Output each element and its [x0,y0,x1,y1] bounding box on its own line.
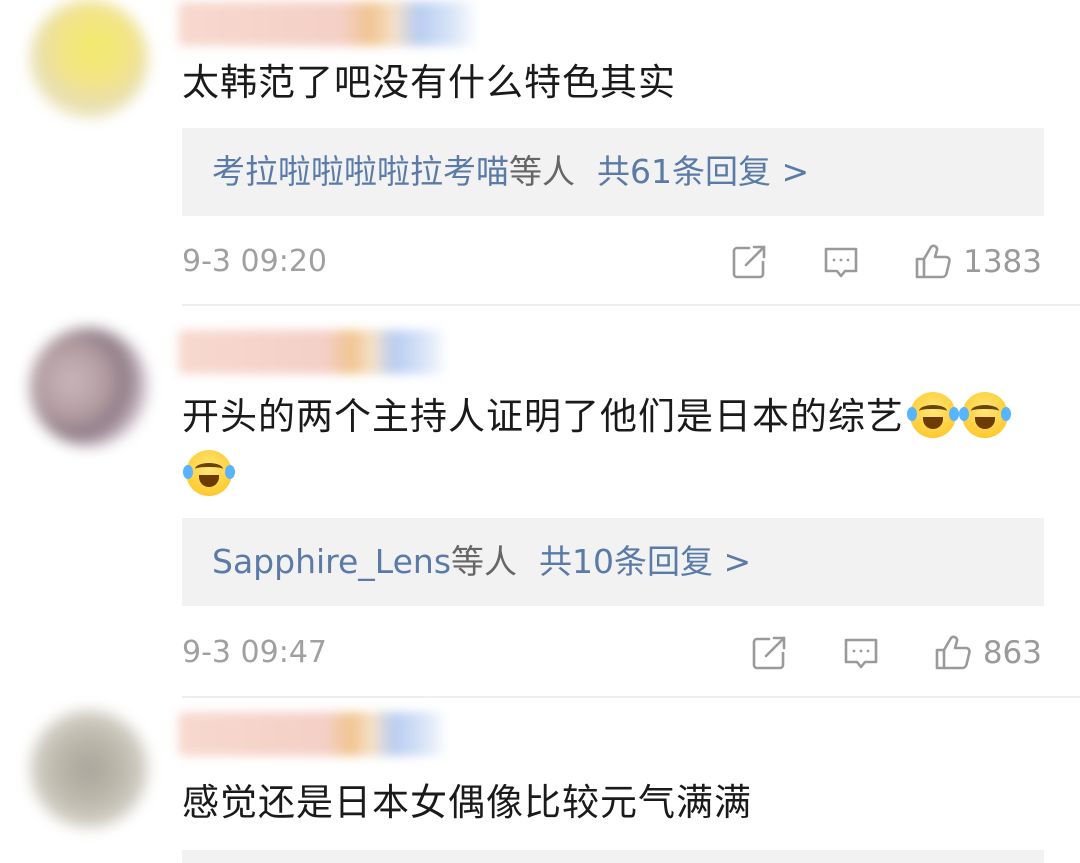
reply-user-names[interactable]: 考拉啦啦啦啦拉考喵 [212,152,509,191]
comment-button[interactable] [821,242,861,282]
comment-meta: 9-3 09:47 863 [182,628,1042,678]
comment-text: 太韩范了吧没有什么特色其实 [182,61,676,104]
comment-item: 感觉还是日本女偶像比较元气满满 [0,700,1080,863]
username-blurred[interactable] [178,2,478,46]
like-count: 863 [982,635,1042,671]
comment-timestamp: 9-3 09:20 [182,244,327,279]
comment-button[interactable] [841,633,881,673]
comment-meta: 9-3 09:20 1383 [182,237,1042,287]
comment-icon [824,247,858,278]
reply-count-link[interactable]: 共10条回复 > [539,542,751,581]
like-button[interactable]: 1383 [913,242,1042,282]
repost-button[interactable] [729,242,769,282]
comment-item: 开头的两个主持人证明了他们是日本的综艺 Sapphire_Lens等人 共10条回… [0,308,1080,698]
like-button[interactable]: 863 [933,633,1042,673]
comment-text: 开头的两个主持人证明了他们是日本的综艺 [182,395,904,438]
divider [182,696,1080,698]
replies-summary[interactable] [182,850,1044,863]
username-blurred[interactable] [178,712,448,756]
reply-user-names[interactable]: Sapphire_Lens [212,542,451,581]
comment-timestamp: 9-3 09:47 [182,635,327,670]
comment-text-block: 开头的两个主持人证明了他们是日本的综艺 [182,388,1044,504]
laughing-crying-emoji-icon [959,391,1011,438]
avatar[interactable] [30,328,148,446]
share-icon [732,245,766,279]
replies-summary[interactable]: Sapphire_Lens等人 共10条回复 > [182,518,1044,606]
repost-button[interactable] [749,633,789,673]
reply-others-label: 等人 [509,152,575,191]
username-blurred[interactable] [178,330,448,374]
reply-others-label: 等人 [451,542,518,581]
avatar[interactable] [30,710,148,828]
like-count: 1383 [963,244,1042,280]
divider [182,304,1080,306]
comment-item: 太韩范了吧没有什么特色其实 考拉啦啦啦啦拉考喵等人 共61条回复 > 9-3 09… [0,0,1080,306]
share-icon [752,636,786,670]
comment-actions: 1383 [677,237,1042,287]
laughing-crying-emoji-icon [183,449,235,496]
comment-text: 感觉还是日本女偶像比较元气满满 [182,781,752,824]
comment-icon [844,638,878,669]
avatar[interactable] [30,0,148,118]
laughing-crying-emoji-icon [907,391,959,438]
thumbs-up-icon [935,635,971,670]
reply-count-link[interactable]: 共61条回复 > [597,152,809,191]
replies-summary[interactable]: 考拉啦啦啦啦拉考喵等人 共61条回复 > [182,128,1044,216]
thumbs-up-icon [915,244,951,279]
comment-actions: 863 [697,628,1042,678]
